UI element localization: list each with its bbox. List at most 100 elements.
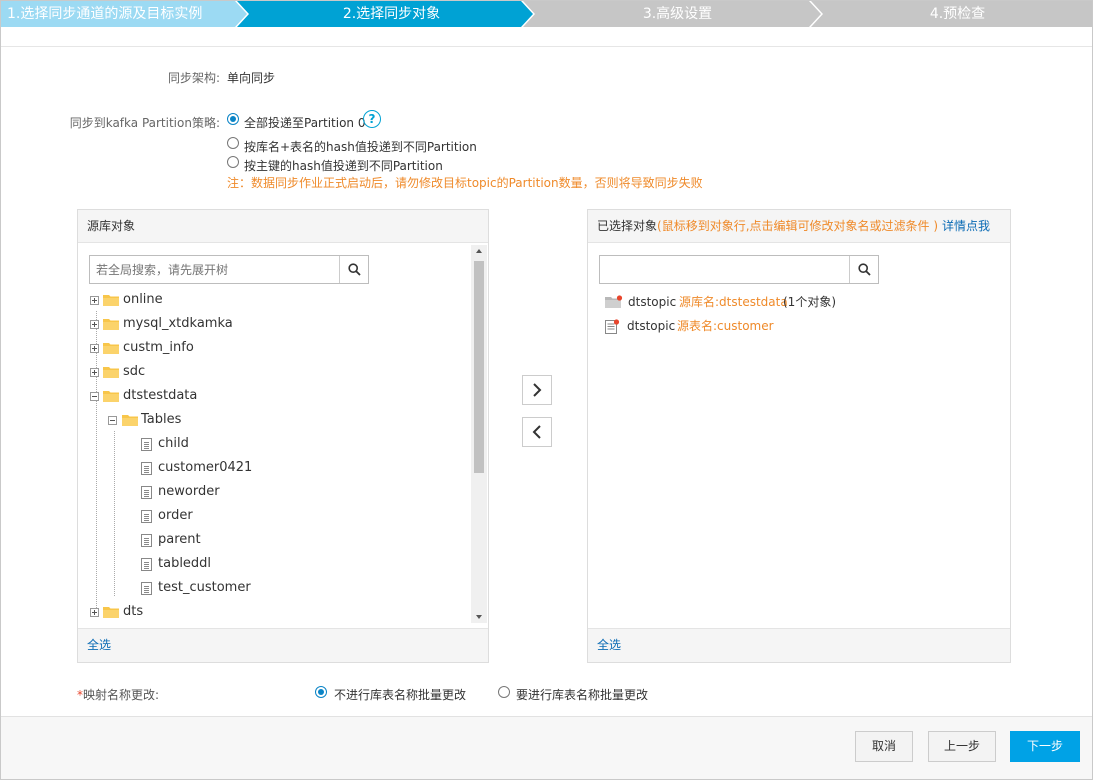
cancel-button[interactable]: 取消 bbox=[855, 731, 913, 762]
move-right-button[interactable] bbox=[522, 375, 552, 405]
expand-icon[interactable] bbox=[90, 368, 99, 377]
step-3: 3.高级设置 bbox=[535, 1, 820, 27]
tree-guide-line bbox=[96, 311, 97, 616]
source-panel-footer: 全选 bbox=[78, 628, 488, 662]
target-panel: 已选择对象(鼠标移到对象行,点击编辑可修改对象名或过滤条件 ) 详情点我 dtst… bbox=[587, 209, 1011, 663]
wizard-steps: 1.选择同步通道的源及目标实例 2.选择同步对象 3.高级设置 4.预检查 bbox=[1, 1, 1092, 27]
mapping-label: *映射名称更改: bbox=[77, 686, 159, 703]
partition-option-2-radio[interactable] bbox=[227, 137, 239, 149]
tree-node-label: parent bbox=[158, 532, 201, 547]
tree-node-label: neworder bbox=[158, 484, 220, 499]
partition-option-3-label[interactable]: 按主键的hash值投递到不同Partition bbox=[244, 157, 443, 174]
tree-node-label: customer0421 bbox=[158, 460, 253, 475]
scrollbar-thumb[interactable] bbox=[474, 261, 484, 473]
mapping-option-1-radio[interactable] bbox=[315, 686, 327, 698]
target-panel-title: 已选择对象 bbox=[597, 219, 658, 233]
step-2-label: 2.选择同步对象 bbox=[342, 6, 441, 22]
tree-scrollbar[interactable] bbox=[471, 245, 487, 623]
folder-icon bbox=[103, 319, 119, 330]
scroll-up-icon[interactable] bbox=[471, 245, 487, 257]
tree-node-label: test_customer bbox=[158, 580, 251, 595]
tree-node-label: Tables bbox=[141, 412, 182, 427]
arch-value: 单向同步 bbox=[227, 71, 276, 85]
tree-node-label: custm_info bbox=[123, 340, 194, 355]
table-icon bbox=[141, 462, 152, 475]
table-icon bbox=[141, 486, 152, 499]
prev-button[interactable]: 上一步 bbox=[928, 731, 996, 762]
expand-icon[interactable] bbox=[90, 608, 99, 617]
mapping-option-2-radio[interactable] bbox=[498, 686, 510, 698]
tree-node-label: tableddl bbox=[158, 556, 212, 571]
selected-item-source: 源表名:customer bbox=[677, 319, 774, 333]
table-icon bbox=[141, 558, 152, 571]
partition-option-1-radio[interactable] bbox=[227, 113, 239, 125]
step-4: 4.预检查 bbox=[823, 1, 1092, 27]
folder-icon bbox=[103, 391, 119, 402]
search-icon[interactable] bbox=[849, 256, 878, 283]
step-1: 1.选择同步通道的源及目标实例 bbox=[1, 1, 237, 27]
expand-icon[interactable] bbox=[90, 344, 99, 353]
selected-item-count: (1个对象) bbox=[783, 295, 836, 309]
mapping-option-1-label[interactable]: 不进行库表名称批量更改 bbox=[334, 686, 466, 703]
target-panel-footer: 全选 bbox=[588, 628, 1010, 662]
divider bbox=[1, 46, 1092, 47]
details-link[interactable]: 详情点我 bbox=[942, 219, 990, 233]
step-4-label: 4.预检查 bbox=[929, 6, 986, 22]
mapping-label-text: 映射名称更改: bbox=[83, 688, 160, 702]
collapse-icon[interactable] bbox=[108, 416, 117, 425]
target-select-all-link[interactable]: 全选 bbox=[597, 638, 621, 652]
tree-node-label: child bbox=[158, 436, 189, 451]
chevron-left-icon bbox=[532, 425, 541, 439]
table-icon bbox=[605, 319, 620, 334]
step-2: 2.选择同步对象 bbox=[249, 1, 534, 27]
tree-node-label: mysql_xtdkamka bbox=[123, 316, 233, 331]
search-icon[interactable] bbox=[339, 256, 368, 283]
database-folder-icon bbox=[605, 295, 623, 308]
chevron-right-icon bbox=[533, 383, 542, 397]
expand-icon[interactable] bbox=[90, 296, 99, 305]
partition-label: 同步到kafka Partition策略: bbox=[69, 116, 220, 130]
tree-node-label: sdc bbox=[123, 364, 146, 379]
target-panel-header: 已选择对象(鼠标移到对象行,点击编辑可修改对象名或过滤条件 ) 详情点我 bbox=[588, 210, 1010, 243]
table-icon bbox=[141, 582, 152, 595]
table-icon bbox=[141, 534, 152, 547]
target-panel-hint: (鼠标移到对象行,点击编辑可修改对象名或过滤条件 ) bbox=[657, 219, 939, 233]
tree-node-label: dtstestdata bbox=[123, 388, 198, 403]
folder-icon bbox=[103, 607, 119, 618]
tree-guide-line bbox=[114, 431, 115, 596]
mapping-option-2-label[interactable]: 要进行库表名称批量更改 bbox=[516, 686, 648, 703]
selected-item-name: dtstopic bbox=[627, 319, 676, 333]
source-select-all-link[interactable]: 全选 bbox=[87, 638, 111, 652]
expand-icon[interactable] bbox=[90, 320, 99, 329]
source-panel: 源库对象 online mysql_xtdkamka custm_info s bbox=[77, 209, 489, 663]
partition-option-1-label[interactable]: 全部投递至Partition 0 bbox=[244, 114, 365, 131]
source-panel-title: 源库对象 bbox=[78, 210, 488, 243]
table-icon bbox=[141, 510, 152, 523]
folder-icon bbox=[103, 367, 119, 378]
tree-node-label: order bbox=[158, 508, 193, 523]
folder-icon bbox=[103, 295, 119, 306]
next-button[interactable]: 下一步 bbox=[1010, 731, 1080, 762]
partition-warning: 注：数据同步作业正式启动后，请勿修改目标topic的Partition数量，否则… bbox=[227, 176, 703, 190]
arch-label: 同步架构: bbox=[167, 71, 220, 85]
source-search bbox=[89, 255, 369, 284]
selected-item-name: dtstopic bbox=[628, 295, 677, 309]
move-left-button[interactable] bbox=[522, 417, 552, 447]
source-search-input[interactable] bbox=[90, 256, 342, 283]
tree-node-label: dts bbox=[123, 604, 144, 619]
partition-option-2-label[interactable]: 按库名+表名的hash值投递到不同Partition bbox=[244, 138, 477, 155]
table-icon bbox=[141, 438, 152, 451]
partition-option-3-radio[interactable] bbox=[227, 156, 239, 168]
folder-icon bbox=[103, 343, 119, 354]
target-search bbox=[599, 255, 879, 284]
selected-item-source: 源库名:dtstestdata bbox=[679, 295, 788, 309]
step-3-label: 3.高级设置 bbox=[642, 6, 713, 22]
collapse-icon[interactable] bbox=[90, 392, 99, 401]
target-search-input[interactable] bbox=[600, 256, 852, 283]
tree-node-label: online bbox=[123, 292, 163, 307]
folder-icon bbox=[122, 415, 138, 426]
step-1-label: 1.选择同步通道的源及目标实例 bbox=[7, 6, 203, 22]
footer-bar: 取消 上一步 下一步 bbox=[1, 716, 1092, 779]
scroll-down-icon[interactable] bbox=[471, 611, 487, 623]
help-icon[interactable]: ? bbox=[363, 110, 381, 128]
